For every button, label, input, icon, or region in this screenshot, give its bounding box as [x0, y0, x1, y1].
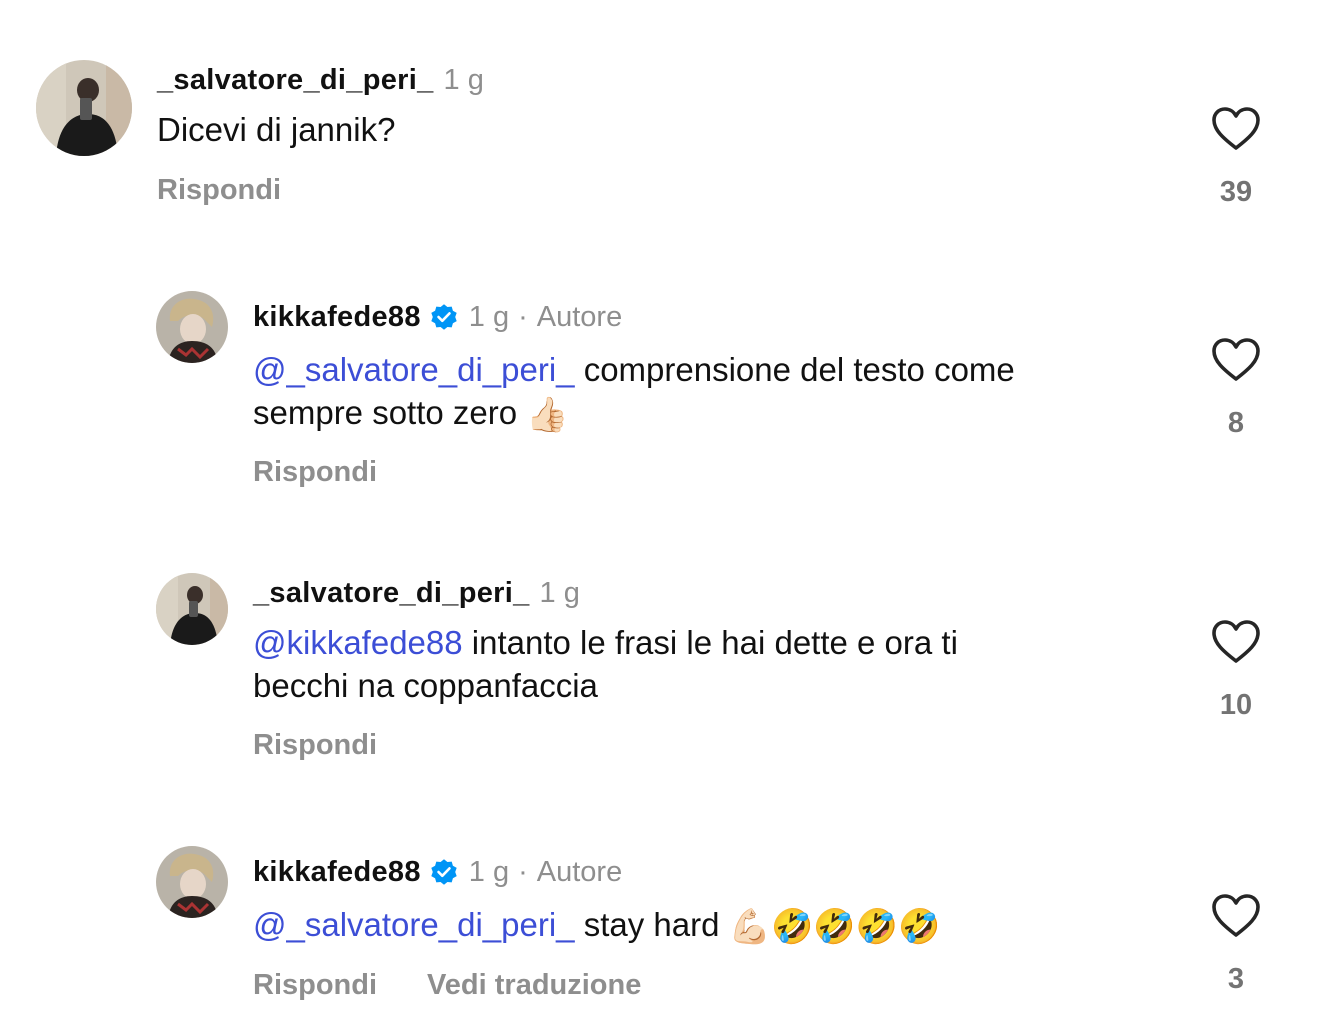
avatar[interactable]	[156, 291, 228, 363]
username[interactable]: _salvatore_di_peri_	[157, 62, 434, 98]
like-area: 8	[1196, 337, 1276, 441]
comment-header: kikkafede88 1 g · Autore	[253, 854, 622, 890]
verified-badge-icon	[429, 302, 459, 332]
thumbs-up-emoji: 👍🏻	[526, 395, 569, 435]
author-label: Autore	[536, 856, 623, 888]
avatar[interactable]	[36, 60, 132, 156]
comment-actions: Rispondi Vedi traduzione	[253, 967, 641, 1003]
author-label: Autore	[536, 301, 623, 333]
like-count: 39	[1219, 176, 1253, 208]
verified-badge-icon	[429, 857, 459, 887]
like-area: 3	[1196, 893, 1276, 997]
like-count: 3	[1227, 963, 1245, 995]
comment-text: @_salvatore_di_peri_ stay hard 💪🏻🤣🤣🤣🤣	[253, 903, 940, 949]
like-count: 10	[1219, 689, 1253, 721]
like-count: 8	[1227, 407, 1245, 439]
comment-text-content: Dicevi di jannik?	[157, 111, 396, 148]
comment-header: kikkafede88 1 g · Autore	[253, 299, 622, 335]
heart-outline-icon[interactable]	[1211, 106, 1261, 152]
like-area: 39	[1196, 106, 1276, 210]
username[interactable]: kikkafede88	[253, 854, 421, 890]
mention-link[interactable]: @_salvatore_di_peri_	[253, 351, 575, 388]
comment-text: @kikkafede88 intanto le frasi le hai det…	[253, 621, 958, 707]
heart-outline-icon[interactable]	[1211, 893, 1261, 939]
timestamp: 1 g	[443, 64, 484, 96]
comments-thread: _salvatore_di_peri_ 1 g Dicevi di jannik…	[0, 0, 1320, 1033]
comment-text-line2: becchi na coppanfaccia	[253, 667, 598, 704]
username[interactable]: kikkafede88	[253, 299, 421, 335]
reply-button[interactable]: Rispondi	[253, 454, 377, 490]
comment-actions: Rispondi	[157, 172, 281, 208]
comment-actions: Rispondi	[253, 454, 377, 490]
comment-text-content: stay hard	[574, 906, 729, 943]
separator-dot: ·	[518, 856, 528, 888]
mention-link[interactable]: @kikkafede88	[253, 624, 463, 661]
comment-actions: Rispondi	[253, 727, 377, 763]
flexed-biceps-laughing-emoji: 💪🏻🤣🤣🤣🤣	[728, 907, 941, 947]
timestamp: 1 g	[539, 577, 580, 609]
like-area: 10	[1196, 619, 1276, 723]
avatar[interactable]	[156, 573, 228, 645]
see-translation-button[interactable]: Vedi traduzione	[427, 967, 641, 1003]
comment-text-content: intanto le frasi le hai dette e ora ti	[462, 624, 958, 661]
comment-text-content: comprensione del testo come	[574, 351, 1015, 388]
heart-outline-icon[interactable]	[1211, 619, 1261, 665]
comment-text: @_salvatore_di_peri_ comprensione del te…	[253, 348, 1015, 437]
comment-text-line2: sempre sotto zero	[253, 394, 527, 431]
timestamp: 1 g	[468, 301, 510, 333]
comment-header: _salvatore_di_peri_ 1 g	[253, 575, 580, 611]
reply-button[interactable]: Rispondi	[253, 967, 377, 1003]
comment-header: _salvatore_di_peri_ 1 g	[157, 62, 484, 98]
heart-outline-icon[interactable]	[1211, 337, 1261, 383]
reply-button[interactable]: Rispondi	[253, 727, 377, 763]
avatar[interactable]	[156, 846, 228, 918]
reply-button[interactable]: Rispondi	[157, 172, 281, 208]
username[interactable]: _salvatore_di_peri_	[253, 575, 530, 611]
comment-text: Dicevi di jannik?	[157, 108, 395, 151]
timestamp: 1 g	[468, 856, 510, 888]
mention-link[interactable]: @_salvatore_di_peri_	[253, 906, 575, 943]
separator-dot: ·	[518, 301, 528, 333]
